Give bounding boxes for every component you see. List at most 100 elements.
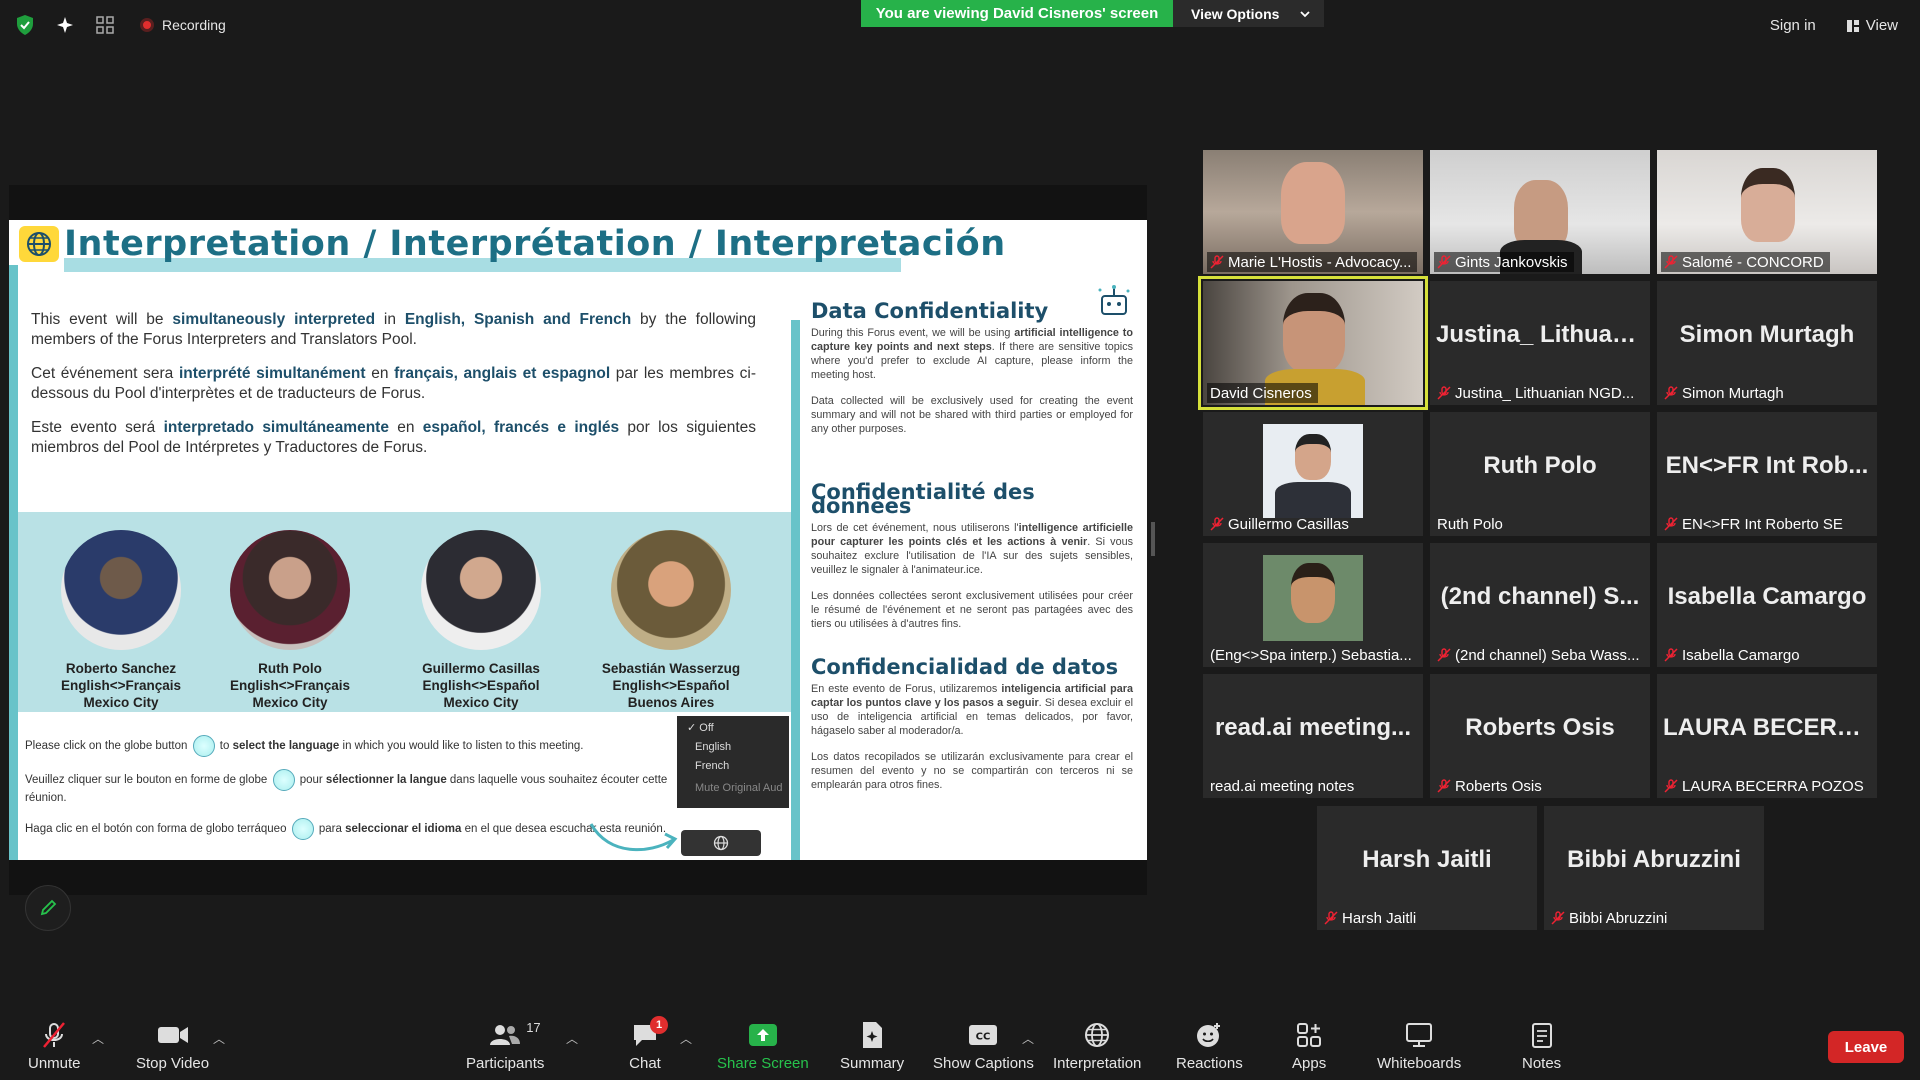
show-captions-button[interactable]: CC Show Captions (933, 1020, 1034, 1072)
participant-tile[interactable]: read.ai meeting... read.ai meeting notes (1203, 674, 1423, 798)
participant-tile[interactable]: Simon Murtagh Simon Murtagh (1657, 281, 1877, 405)
intro-english: This event will be simultaneously interp… (31, 311, 756, 348)
avatar (611, 530, 731, 650)
confidentiality-heading: Confidencialidad de datos (811, 655, 1119, 679)
show-captions-label: Show Captions (933, 1055, 1034, 1072)
interpreter-card: Sebastián Wasserzug English<>Español Bue… (596, 530, 746, 711)
notes-icon (1525, 1020, 1559, 1050)
participant-tile[interactable]: Roberts Osis Roberts Osis (1430, 674, 1650, 798)
split-resize-handle[interactable] (1151, 522, 1155, 556)
closed-captions-icon: CC (966, 1020, 1000, 1050)
slide-title: Interpretation / Interprétation / Interp… (64, 224, 1006, 264)
view-options-button[interactable]: View Options (1173, 0, 1324, 27)
audio-options-caret-icon[interactable]: ︿ (92, 1030, 104, 1047)
muted-mic-icon (1210, 255, 1224, 269)
participant-display-name: Ruth Polo (1483, 452, 1597, 479)
sign-in-button[interactable]: Sign in (1762, 12, 1824, 39)
avatar (230, 530, 350, 650)
slide-left-accent (9, 265, 18, 860)
muted-mic-icon (1551, 911, 1565, 925)
chat-caret-icon[interactable]: ︿ (680, 1030, 692, 1047)
sign-in-label: Sign in (1769, 17, 1816, 34)
muted-mic-icon (1437, 779, 1451, 793)
participant-display-name: LAURA BECERR... (1663, 714, 1875, 741)
instruction-spanish: Haga clic en el botón con forma de globo… (25, 818, 685, 840)
muted-mic-icon (1664, 255, 1678, 269)
participant-name-label: Gints Jankovskis (1434, 252, 1574, 272)
recording-indicator[interactable]: Recording (140, 17, 226, 33)
muted-mic-icon (37, 1020, 71, 1050)
notes-button[interactable]: Notes (1522, 1020, 1561, 1072)
chat-button[interactable]: 1 Chat (628, 1016, 668, 1072)
unmute-button[interactable]: Unmute (28, 1020, 81, 1072)
muted-mic-icon (1664, 779, 1678, 793)
viewing-screen-banner: You are viewing David Cisneros' screen (861, 0, 1173, 27)
globe-icon (291, 818, 314, 840)
participant-display-name: Justina_ Lithuan... (1436, 321, 1647, 348)
share-screen-icon (746, 1020, 780, 1050)
reactions-label: Reactions (1176, 1055, 1243, 1072)
top-left-icons: Recording (12, 12, 226, 38)
participants-caret-icon[interactable]: ︿ (566, 1030, 578, 1047)
interpreter-city: Mexico City (443, 695, 519, 710)
language-option-mute: Mute Original Aud (695, 782, 783, 794)
participant-video-face (1281, 162, 1345, 244)
participants-button[interactable]: 17 Participants (466, 1020, 544, 1072)
presentation-slide: Interpretation / Interprétation / Interp… (9, 220, 1147, 860)
whiteboards-button[interactable]: Whiteboards (1377, 1020, 1461, 1072)
interpreter-name: Guillermo Casillas (422, 661, 540, 676)
annotate-pen-button[interactable] (25, 885, 71, 931)
participant-tile[interactable]: Harsh Jaitli Harsh Jaitli (1317, 806, 1537, 930)
interpreter-city: Mexico City (252, 695, 328, 710)
shared-screen[interactable]: Interpretation / Interprétation / Interp… (9, 185, 1147, 895)
video-options-caret-icon[interactable]: ︿ (213, 1030, 225, 1047)
top-right-controls: Sign in View (1762, 12, 1906, 39)
apps-button[interactable]: Apps (1292, 1020, 1326, 1072)
summary-button[interactable]: Summary (840, 1020, 904, 1072)
leave-button[interactable]: Leave (1828, 1031, 1904, 1063)
participant-name-label: LAURA BECERRA POZOS (1661, 776, 1870, 796)
interpretation-button[interactable]: Interpretation (1053, 1020, 1141, 1072)
muted-mic-icon (1324, 911, 1338, 925)
interpreter-language-pair: English<>Español (422, 678, 540, 693)
recording-dot-icon (140, 18, 154, 32)
apps-label: Apps (1292, 1055, 1327, 1072)
stop-video-button[interactable]: Stop Video (136, 1020, 209, 1072)
interpreter-city: Buenos Aires (627, 695, 715, 710)
avatar (421, 530, 541, 650)
language-instructions: Please click on the globe button to sele… (25, 735, 685, 852)
stop-video-label: Stop Video (136, 1055, 210, 1072)
view-button[interactable]: View (1838, 12, 1906, 39)
participant-name-label: Guillermo Casillas (1207, 514, 1355, 534)
top-bar: Recording You are viewing David Cisneros… (0, 0, 1920, 50)
confidentiality-heading: Confidentialité des données (811, 480, 1035, 518)
recording-label: Recording (162, 17, 226, 33)
pen-icon (40, 899, 57, 916)
participant-tile[interactable]: Bibbi Abruzzini Bibbi Abruzzini (1544, 806, 1764, 930)
slide-column-divider (791, 320, 800, 860)
shield-check-icon[interactable] (12, 12, 38, 38)
interpreter-card: Guillermo Casillas English<>Español Mexi… (406, 530, 556, 711)
globe-icon (192, 735, 215, 757)
participant-tile[interactable]: Isabella Camargo Isabella Camargo (1657, 543, 1877, 667)
participant-tile[interactable]: EN<>FR Int Rob... EN<>FR Int Roberto SE (1657, 412, 1877, 536)
ai-sparkle-icon[interactable] (52, 12, 78, 38)
participant-tile[interactable]: Salomé - CONCORD (1657, 150, 1877, 274)
participant-tile[interactable]: LAURA BECERR... LAURA BECERRA POZOS (1657, 674, 1877, 798)
share-screen-button[interactable]: Share Screen (717, 1020, 809, 1072)
chat-label: Chat (629, 1055, 661, 1072)
captions-caret-icon[interactable]: ︿ (1022, 1030, 1034, 1047)
reactions-button[interactable]: Reactions (1176, 1020, 1243, 1072)
meeting-toolbar: Unmute ︿ Stop Video ︿ 17 Participants ︿ … (0, 1010, 1920, 1080)
participant-tile[interactable]: Ruth Polo Ruth Polo (1430, 412, 1650, 536)
instruction-english: Please click on the globe button to sele… (25, 735, 685, 757)
grid-apps-icon[interactable] (92, 12, 118, 38)
participant-tile-active-speaker[interactable]: David Cisneros (1198, 276, 1428, 410)
participant-tile[interactable]: (Eng<>Spa interp.) Sebastia... (1203, 543, 1423, 667)
participant-tile[interactable]: Justina_ Lithuan... Justina_ Lithuanian … (1430, 281, 1650, 405)
participant-tile[interactable]: (2nd channel) S... (2nd channel) Seba Wa… (1430, 543, 1650, 667)
participant-tile[interactable]: Gints Jankovskis (1430, 150, 1650, 274)
participant-tile[interactable]: Guillermo Casillas (1203, 412, 1423, 536)
interpreter-language-pair: English<>Español (612, 678, 730, 693)
participant-tile[interactable]: Marie L'Hostis - Advocacy... (1203, 150, 1423, 274)
